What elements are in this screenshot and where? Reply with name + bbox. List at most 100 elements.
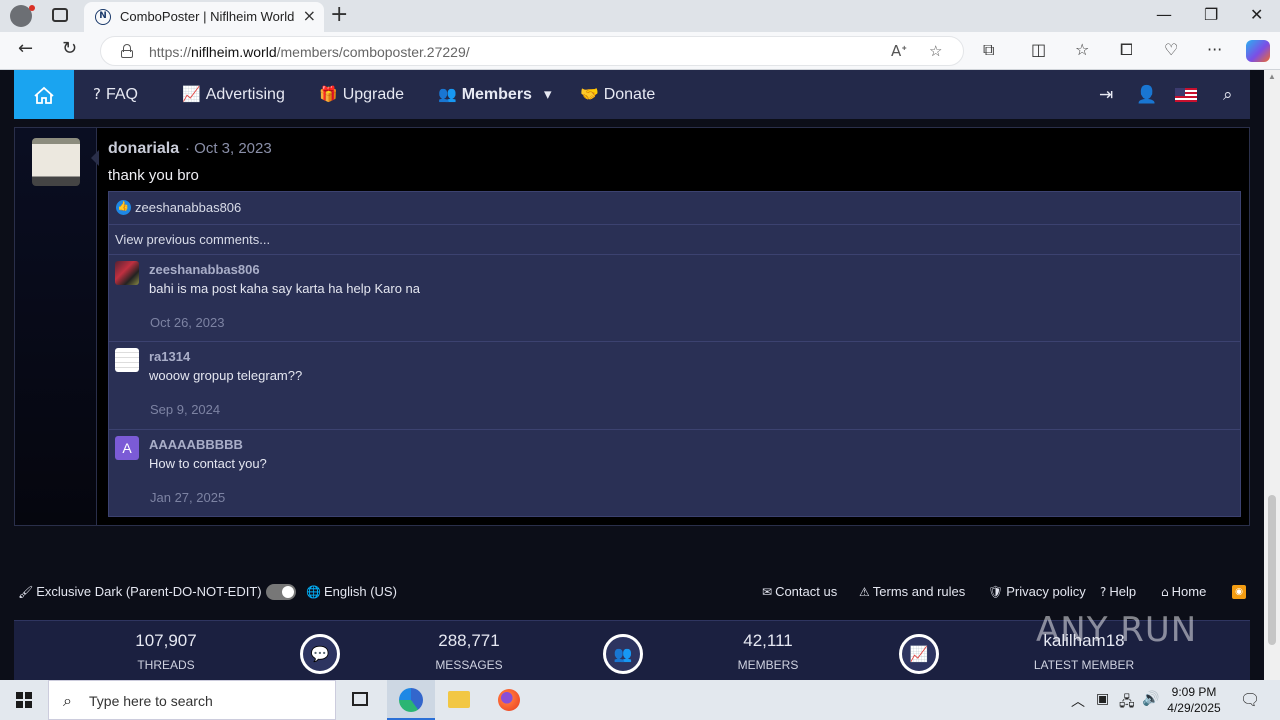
chart-line-icon: 📈 [182, 85, 201, 103]
anyrun-watermark: ANY RUN [1036, 610, 1198, 650]
firefox-app-icon[interactable] [485, 680, 533, 720]
nav-advertising[interactable]: 📈 Advertising [182, 85, 285, 104]
nav-donate[interactable]: 🤝 Donate [580, 85, 655, 104]
stat-messages-label: MESSAGES [435, 658, 503, 672]
reaction-user[interactable]: zeeshanabbas806 [135, 200, 241, 215]
comment-avatar[interactable] [115, 348, 139, 372]
brush-icon: 🖌 [18, 585, 34, 599]
notifications-icon[interactable]: 🗨 [1240, 690, 1260, 709]
comment-text: bahi is ma post kaha say karta ha help K… [149, 281, 420, 296]
copilot-icon[interactable] [1246, 40, 1270, 62]
nav-members[interactable]: 👥 Members [438, 85, 532, 104]
nav-faq[interactable]: ? FAQ [93, 85, 138, 104]
nav-upgrade[interactable]: 🎁 Upgrade [319, 85, 404, 104]
url-text: https://niflheim.world/members/combopost… [149, 44, 470, 60]
scrollbar-thumb[interactable] [1268, 495, 1276, 645]
edge-app-icon[interactable] [387, 680, 435, 720]
comment-date[interactable]: Sep 9, 2024 [150, 402, 220, 417]
tray-overflow-icon[interactable]: ︿ [1071, 691, 1085, 711]
register-icon[interactable]: 👤 [1136, 85, 1157, 105]
us-flag-icon[interactable] [1175, 88, 1197, 102]
new-tab-icon[interactable]: + [330, 2, 348, 27]
post-arrow [91, 150, 99, 166]
footer-privacy-link[interactable]: 🛡 Privacy policy [988, 584, 1086, 599]
post-date[interactable]: · Oct 3, 2023 [185, 140, 272, 157]
comment-author[interactable]: zeeshanabbas806 [149, 262, 260, 277]
login-icon[interactable]: ⇥ [1099, 85, 1113, 105]
home-button[interactable] [14, 70, 74, 119]
tray-device-icon[interactable]: ▣ [1096, 691, 1109, 707]
task-view-icon[interactable] [336, 680, 384, 720]
extensions-icon[interactable]: ⧉ [983, 40, 994, 60]
favorites-icon[interactable]: ☆ [1075, 40, 1089, 59]
restore-icon[interactable]: ❐ [1204, 5, 1218, 24]
user-shield-icon: 🛡 [988, 585, 1004, 599]
handshake-icon: 🤝 [580, 85, 599, 103]
comment-item: zeeshanabbas806 bahi is ma post kaha say… [109, 255, 1240, 342]
minimize-icon[interactable]: — [1156, 5, 1172, 24]
browser-tab[interactable]: N ComboPoster | Niflheim World × [84, 2, 324, 32]
windows-start-icon[interactable] [16, 692, 32, 708]
stat-threads-label: THREADS [137, 658, 195, 672]
footer-home-link[interactable]: ⌂ Home [1161, 584, 1206, 599]
comment-author[interactable]: AAAAABBBBB [149, 437, 243, 452]
tab-close-icon[interactable]: × [303, 6, 316, 25]
refresh-icon[interactable]: ↻ [62, 38, 77, 59]
search-icon[interactable]: ⌕ [1223, 85, 1233, 105]
home-icon [34, 86, 54, 104]
address-bar[interactable]: https://niflheim.world/members/combopost… [100, 36, 964, 66]
comment-text: wooow gropup telegram?? [149, 368, 303, 383]
browser-essentials-icon[interactable]: ♡ [1164, 40, 1178, 59]
theme-toggle[interactable] [266, 584, 296, 600]
footer-terms-link[interactable]: ⚠ Terms and rules [859, 584, 965, 599]
stat-latest-member-label: LATEST MEMBER [1033, 658, 1135, 672]
view-previous-comments[interactable]: View previous comments... [109, 225, 1240, 255]
site-navbar: ? FAQ 📈 Advertising 🎁 Upgrade 👥 Members ▾ 🤝 D… [14, 70, 1250, 119]
read-aloud-icon[interactable]: Aᐩ [891, 42, 907, 60]
scroll-up-icon[interactable]: ▲ [1268, 72, 1276, 81]
window-close-icon[interactable]: ✕ [1250, 5, 1263, 24]
comment-avatar[interactable]: A [115, 436, 139, 460]
envelope-icon: ✉ [762, 585, 773, 599]
back-icon[interactable]: ← [18, 38, 33, 59]
comments-icon: 💬 [300, 634, 340, 674]
volume-icon[interactable]: 🔊 [1142, 691, 1159, 707]
comment-date[interactable]: Oct 26, 2023 [150, 315, 224, 330]
avatar[interactable] [32, 138, 80, 186]
browser-titlebar: N ComboPoster | Niflheim World × + — ❐ ✕ [0, 0, 1280, 32]
profile-notification-dot [29, 5, 35, 11]
file-explorer-icon[interactable] [435, 680, 483, 720]
taskbar-search[interactable]: ⌕ Type here to search [48, 680, 336, 720]
style-chooser[interactable]: 🖌 Exclusive Dark (Parent-DO-NOT-EDIT) [18, 584, 262, 599]
tab-actions-icon[interactable] [52, 8, 68, 22]
taskbar-search-placeholder: Type here to search [89, 693, 213, 709]
more-menu-icon[interactable]: ··· [1207, 40, 1222, 59]
post-author[interactable]: donariala [108, 140, 179, 158]
comment-item: ra1314 wooow gropup telegram?? Sep 9, 20… [109, 342, 1240, 430]
home-icon: ⌂ [1161, 585, 1169, 599]
stat-members-label: MEMBERS [737, 658, 799, 672]
split-screen-icon[interactable]: ◫ [1031, 40, 1046, 59]
language-chooser[interactable]: 🌐 English (US) [306, 584, 397, 599]
comment-date[interactable]: Jan 27, 2025 [150, 490, 225, 505]
page-scrollbar[interactable]: ▲ [1264, 70, 1280, 680]
collections-icon[interactable]: ⧠ [1120, 40, 1133, 60]
footer-contact-link[interactable]: ✉ Contact us [762, 584, 837, 599]
comments-section: 👍 zeeshanabbas806 View previous comments… [108, 191, 1241, 517]
windows-taskbar: ⌕ Type here to search ︿ ▣ 🖧 🔊 9:09 PM 4/… [0, 680, 1280, 720]
comment-avatar[interactable] [115, 261, 139, 285]
search-icon: ⌕ [63, 691, 72, 710]
rss-icon[interactable]: ◉ [1232, 585, 1246, 599]
network-icon[interactable]: 🖧 [1119, 691, 1135, 715]
chart-icon: 📈 [899, 634, 939, 674]
clock-date: 4/29/2025 [1167, 701, 1221, 715]
favorite-star-icon[interactable]: ☆ [929, 42, 942, 60]
stat-members-value: 42,111 [743, 631, 793, 650]
taskbar-clock[interactable]: 9:09 PM 4/29/2025 [1160, 684, 1228, 716]
site-favicon-icon: N [95, 9, 111, 25]
footer-help-link[interactable]: ? Help [1100, 584, 1136, 599]
comment-author[interactable]: ra1314 [149, 349, 190, 364]
members-dropdown-icon[interactable]: ▾ [544, 85, 557, 104]
profile-post: donariala · Oct 3, 2023 thank you bro 👍 … [14, 127, 1250, 526]
web-page: ? FAQ 📈 Advertising 🎁 Upgrade 👥 Members ▾ 🤝 D… [0, 70, 1280, 680]
